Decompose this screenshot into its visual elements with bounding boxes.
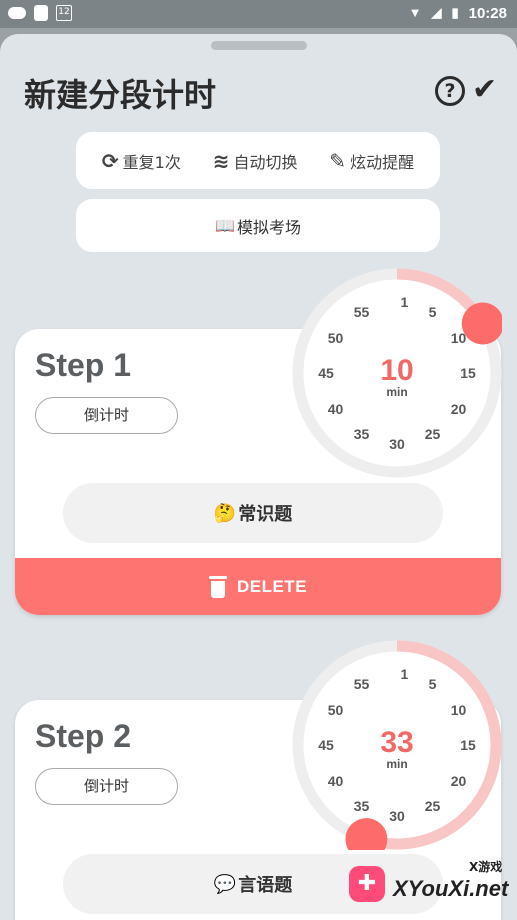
dial-number: 5 <box>428 303 437 320</box>
auto-switch-option[interactable]: ≋ 自动切换 <box>213 149 298 173</box>
calendar-icon: 12 <box>56 5 72 21</box>
cloud-icon <box>8 7 26 19</box>
book-icon: 📖 <box>215 216 235 235</box>
bottom-sheet: 新建分段计时 ? ✔ ⟳ 重复1次 ≋ 自动切换 ✎ 炫动提醒 📖 模拟考场 S… <box>0 34 517 920</box>
watermark-sub: X游戏 <box>469 860 503 874</box>
layers-icon: ≋ <box>212 148 230 173</box>
dial-number: 15 <box>460 737 476 753</box>
speech-bubble-icon: 💬 <box>213 873 237 895</box>
dial-unit: min <box>386 757 408 771</box>
dial-number: 30 <box>389 808 405 824</box>
step-title: Step 2 <box>35 718 132 754</box>
flash-alert-option[interactable]: ✎ 炫动提醒 <box>329 149 414 173</box>
dial-number: 1 <box>400 294 409 311</box>
dial-number: 15 <box>460 365 476 381</box>
dial-number: 10 <box>450 701 467 718</box>
dial-number: 35 <box>353 798 370 815</box>
category-button[interactable]: 🤔 常识题 <box>63 483 443 543</box>
trash-icon <box>208 575 227 598</box>
delete-button[interactable]: DELETE <box>15 558 501 615</box>
magic-wand-icon: ✎ <box>329 148 347 173</box>
dial-number: 50 <box>327 701 344 718</box>
dial-number: 45 <box>318 737 334 753</box>
flash-alert-label: 炫动提醒 <box>350 152 415 172</box>
dial-number: 55 <box>353 675 370 692</box>
notification-icon <box>34 5 48 21</box>
dial-number: 50 <box>327 329 344 346</box>
dial-number: 40 <box>327 772 344 789</box>
dial-number: 30 <box>389 436 405 452</box>
dial-number: 25 <box>424 426 441 443</box>
dial-unit: min <box>386 385 408 399</box>
minute-dial-1[interactable]: 10 min 1 5 10 15 20 25 30 35 40 45 50 55 <box>292 268 504 478</box>
watermark: ✚ X游戏 XYouXi.net <box>345 856 517 920</box>
watermark-main: XYouXi.net <box>393 876 509 901</box>
timer-mode-button[interactable]: 倒计时 <box>35 768 178 805</box>
page-title: 新建分段计时 <box>24 76 217 114</box>
thinking-face-icon: 🤔 <box>213 502 237 524</box>
dial-number: 40 <box>327 400 344 417</box>
dial-number: 55 <box>353 303 370 320</box>
dial-number: 10 <box>450 329 467 346</box>
category-label: 常识题 <box>238 504 293 525</box>
step-title: Step 1 <box>35 347 132 383</box>
clock: 10:28 <box>468 4 507 22</box>
category-label: 言语题 <box>238 875 293 896</box>
wifi-icon: ▼ <box>408 5 422 20</box>
timer-mode-button[interactable]: 倒计时 <box>35 397 178 434</box>
options-bar: ⟳ 重复1次 ≋ 自动切换 ✎ 炫动提醒 <box>76 132 440 189</box>
dial-number: 25 <box>424 798 441 815</box>
sheet-handle[interactable] <box>211 41 307 50</box>
status-bar: 12 ▼ ◢ ▮ 10:28 <box>0 0 517 28</box>
repeat-icon: ⟳ <box>101 148 119 173</box>
dial-number: 20 <box>450 772 467 789</box>
dial-number: 35 <box>353 426 370 443</box>
confirm-check-icon[interactable]: ✔ <box>472 72 497 107</box>
mock-exam-button[interactable]: 📖 模拟考场 <box>76 199 440 252</box>
repeat-label: 重复1次 <box>122 152 181 172</box>
dial-number: 45 <box>318 365 334 381</box>
dial-number: 1 <box>400 666 409 683</box>
signal-icon: ◢ <box>431 5 442 20</box>
minute-dial-2[interactable]: 33 min 1 5 10 15 20 25 30 35 40 45 50 55 <box>292 640 502 861</box>
dial-number: 20 <box>450 400 467 417</box>
help-icon[interactable]: ? <box>435 76 465 106</box>
repeat-option[interactable]: ⟳ 重复1次 <box>102 149 181 173</box>
gamepad-logo-icon: ✚ <box>349 866 385 902</box>
auto-switch-label: 自动切换 <box>233 152 298 172</box>
delete-label: DELETE <box>236 576 308 596</box>
dial-number: 5 <box>428 675 437 692</box>
mock-exam-label: 模拟考场 <box>236 217 301 237</box>
battery-icon: ▮ <box>451 5 459 20</box>
